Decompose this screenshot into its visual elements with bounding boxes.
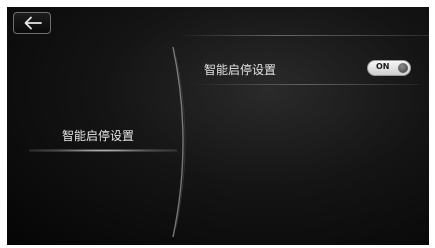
sidebar-item-auto-stop-start[interactable]: 智能启停设置 [29,114,177,154]
toggle-knob-icon [398,63,408,73]
screen: 智能启停设置 智能启停设置 ON [7,7,429,245]
setting-row-auto-stop-start[interactable]: 智能启停设置 ON [191,53,419,85]
setting-label: 智能启停设置 [204,63,277,77]
sidebar-item-label: 智能启停设置 [62,129,135,143]
back-button[interactable] [13,12,51,34]
toggle-state-text: ON [376,62,390,71]
auto-stop-start-toggle[interactable]: ON [367,60,411,76]
back-arrow-icon [24,16,42,30]
setting-divider [191,84,419,85]
top-divider [177,35,429,36]
selection-indicator [29,149,177,152]
